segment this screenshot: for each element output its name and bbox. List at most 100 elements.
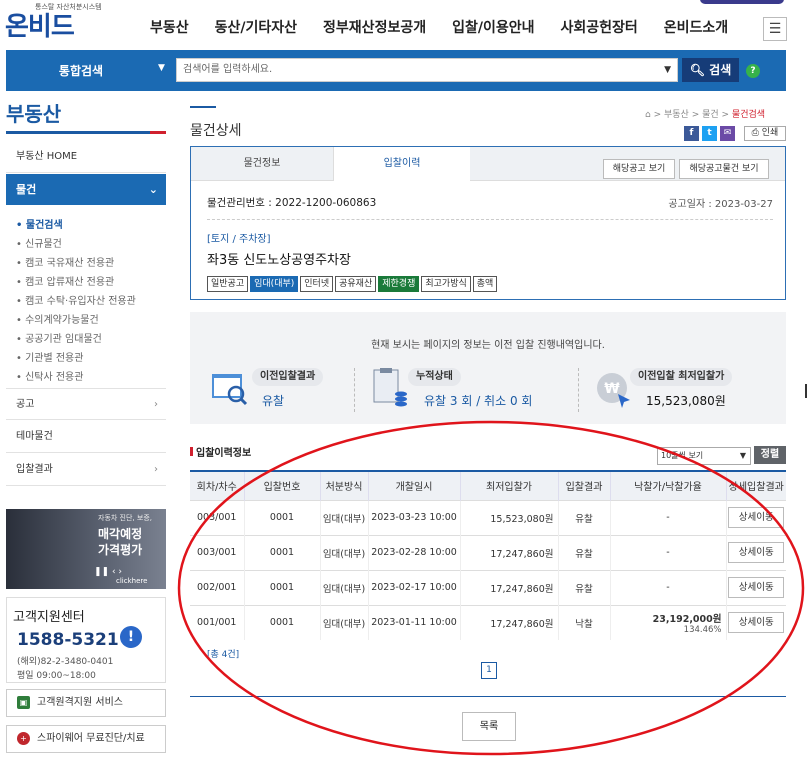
sidebar-item-theme[interactable]: 테마물건: [6, 421, 166, 453]
nav-gov-property[interactable]: 정부재산정보공개: [323, 17, 426, 37]
sort-button[interactable]: 정렬: [754, 446, 786, 464]
notice-date: 공고일자 : 2023-03-27: [668, 199, 773, 210]
cell-result: 유찰: [557, 499, 610, 535]
print-label: 인쇄: [761, 128, 779, 138]
sidebar-sub-trust[interactable]: • 캠코 수탁·유입자산 전용관: [16, 292, 136, 307]
col-header: 개찰일시: [367, 470, 460, 500]
remote-icon: ▣: [17, 696, 30, 709]
cell-min-price: 17,247,860원: [459, 534, 558, 570]
cell-method: 임대(대부): [319, 499, 368, 535]
nav-social-market[interactable]: 사회공헌장터: [561, 17, 638, 37]
search-input[interactable]: 검색어를 입력하세요. ▼: [176, 58, 678, 82]
sidebar-item-goods[interactable]: 물건 ⌄: [6, 174, 166, 205]
table-header-row: 회차/차수 입찰번호 처분방식 개찰일시 최저입찰가 입찰결과 낙찰가/낙찰가율…: [190, 470, 786, 500]
cumulative-label: 누적상태: [408, 368, 461, 386]
nav-real-estate[interactable]: 부동산: [150, 17, 189, 37]
page-size-value: 10줄씩 보기: [661, 451, 704, 460]
tag: 제한경쟁: [378, 276, 420, 292]
cumulative-value: 유찰 3 회 / 취소 0 회: [424, 394, 533, 408]
sidebar-sub-seized[interactable]: • 캠코 압류재산 전용관: [16, 273, 114, 288]
sidebar-home-label: 부동산 HOME: [16, 151, 78, 162]
banner-line3: 가격평가: [98, 543, 143, 557]
page-size-select[interactable]: 10줄씩 보기 ▼: [657, 447, 751, 465]
banner-controls[interactable]: ❚❚ ‹ ›: [94, 567, 122, 577]
cell-date: 2023-01-11 10:00: [367, 604, 460, 640]
tab-bid-history[interactable]: 입찰이력: [334, 147, 470, 181]
notice-view-button[interactable]: 해당공고 보기: [603, 159, 675, 179]
mail-icon[interactable]: ✉: [720, 126, 735, 141]
cell-award: -: [609, 499, 726, 535]
table-row: 002/001 0001 임대(대부) 2023-02-17 10:00 17,…: [190, 569, 786, 605]
folder-search-icon: [212, 374, 248, 406]
cell-round: 003/001: [190, 534, 244, 570]
item-title: 좌3동 신도노상공영주차장: [207, 253, 351, 268]
print-button[interactable]: ⎙ 인쇄: [744, 126, 786, 141]
sidebar-sub-public-lease[interactable]: • 공공기관 임대물건: [16, 330, 102, 345]
total-count: [총 4건]: [207, 650, 240, 660]
search-placeholder: 검색어를 입력하세요.: [183, 64, 273, 75]
cell-result: 낙찰: [557, 604, 610, 640]
top-pill: [700, 0, 784, 4]
col-header: 입찰결과: [557, 470, 610, 500]
sidebar-sub-trustco[interactable]: • 신탁사 전용관: [16, 368, 83, 383]
home-icon[interactable]: ⌂: [645, 110, 651, 120]
banner-click-label: clickhere: [116, 577, 148, 585]
sidebar-item-bid-result[interactable]: 입찰결과 ›: [6, 454, 166, 486]
col-header: 회차/차수: [190, 470, 244, 500]
tag: 총액: [472, 276, 498, 292]
cell-bid-no: 0001: [243, 569, 320, 605]
divider: [207, 219, 773, 220]
promo-banner[interactable]: 자동차 진단, 보증, 매각예정 가격평가 ❚❚ ‹ › clickhere: [6, 509, 166, 589]
search-button[interactable]: 🔍︎ 검색: [682, 58, 739, 82]
spyware-label: 스파이웨어 무료진단/치료: [37, 733, 145, 744]
hamburger-icon[interactable]: ☰: [763, 17, 787, 41]
category-caret-icon[interactable]: ▼: [158, 63, 165, 73]
col-header: 상세입찰결과: [725, 470, 786, 500]
cell-award: -: [609, 569, 726, 605]
sidebar-sub-search[interactable]: • 물건검색: [16, 216, 63, 231]
cell-round: 002/001: [190, 569, 244, 605]
notice-items-button[interactable]: 해당공고물건 보기: [679, 159, 769, 179]
sidebar-sub-national[interactable]: • 캠코 국유재산 전용관: [16, 254, 114, 269]
cell-bid-no: 0001: [243, 604, 320, 640]
tab-goods-info[interactable]: 물건정보: [191, 147, 334, 181]
table-bottom-rule: [190, 696, 786, 697]
nav-about[interactable]: 온비드소개: [664, 17, 728, 37]
detail-card: 물건정보 입찰이력 해당공고 보기 해당공고물건 보기 물건관리번호 : 202…: [190, 146, 786, 300]
search-icon: 🔍︎: [689, 63, 705, 77]
col-header: 낙찰가/낙찰가율: [609, 470, 726, 500]
detail-button[interactable]: 상세이동: [728, 612, 785, 634]
nav-movables[interactable]: 동산/기타자산: [215, 17, 297, 37]
won-coin-icon: ₩: [597, 373, 630, 408]
detail-button[interactable]: 상세이동: [728, 542, 785, 563]
twitter-icon[interactable]: t: [702, 126, 717, 141]
search-dropdown-icon[interactable]: ▼: [664, 59, 671, 81]
sidebar-item-notice[interactable]: 공고 ›: [6, 388, 166, 420]
share-icons: f t ✉: [684, 126, 735, 141]
page-number[interactable]: 1: [481, 662, 497, 679]
tag: 인터넷: [300, 276, 334, 292]
crumb-2[interactable]: 물건: [702, 110, 719, 120]
cell-date: 2023-02-28 10:00: [367, 534, 460, 570]
sidebar-item-home[interactable]: 부동산 HOME: [6, 141, 166, 173]
logo[interactable]: 통스탈 자산처분시스템 온비드: [5, 2, 115, 42]
logo-text: 온비드: [5, 12, 75, 42]
list-button[interactable]: 목록: [462, 712, 516, 741]
detail-button[interactable]: 상세이동: [728, 577, 785, 598]
crumb-1[interactable]: 부동산: [664, 110, 689, 120]
nav-bid-guide[interactable]: 입찰/이용안내: [452, 17, 534, 37]
title-rule: [190, 106, 216, 108]
help-icon[interactable]: ?: [746, 64, 760, 78]
spyware-button[interactable]: + 스파이웨어 무료진단/치료: [6, 725, 166, 753]
cell-award: 23,192,000원 134.46%: [609, 604, 726, 640]
cell-date: 2023-02-17 10:00: [367, 569, 460, 605]
sidebar-sub-private[interactable]: • 수의계약가능물건: [16, 311, 99, 326]
search-category[interactable]: 통합검색: [6, 62, 156, 79]
facebook-icon[interactable]: f: [684, 126, 699, 141]
remote-support-button[interactable]: ▣ 고객원격지원 서비스: [6, 689, 166, 717]
history-table: 회차/차수 입찰번호 처분방식 개찰일시 최저입찰가 입찰결과 낙찰가/낙찰가율…: [190, 470, 786, 640]
sidebar-sub-new[interactable]: • 신규물건: [16, 235, 62, 250]
cs-overseas: (해외)82-2-3480-0401: [17, 657, 114, 667]
detail-button[interactable]: 상세이동: [728, 507, 785, 528]
sidebar-sub-agency[interactable]: • 기관별 전용관: [16, 349, 83, 364]
